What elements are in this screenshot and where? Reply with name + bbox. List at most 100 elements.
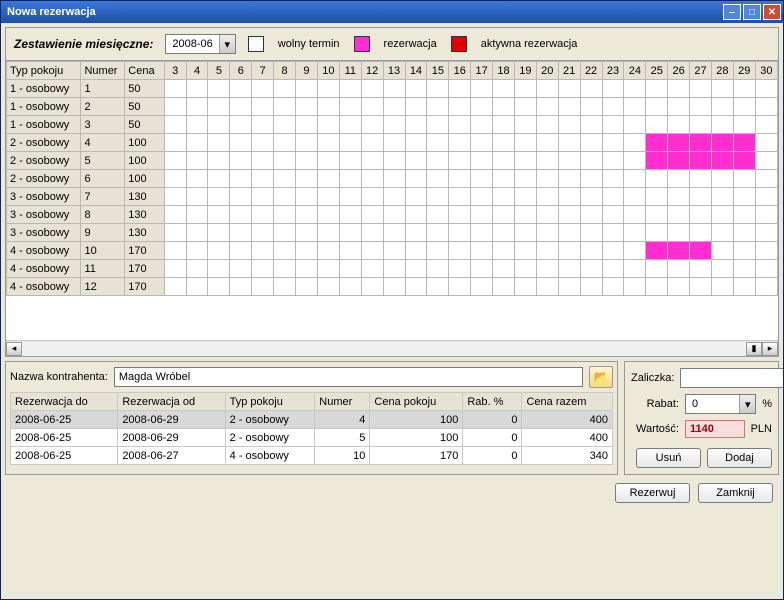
day-cell[interactable] [690, 224, 712, 242]
day-cell[interactable] [164, 116, 186, 134]
day-cell[interactable] [755, 260, 777, 278]
day-cell[interactable] [624, 278, 646, 296]
day-cell[interactable] [339, 98, 361, 116]
day-cell[interactable] [230, 260, 252, 278]
day-cell[interactable] [646, 152, 668, 170]
day-cell[interactable] [230, 80, 252, 98]
day-cell[interactable] [493, 170, 515, 188]
day-cell[interactable] [602, 206, 624, 224]
day-cell[interactable] [690, 206, 712, 224]
day-cell[interactable] [449, 188, 471, 206]
room-row[interactable]: 4 - osobowy12170 [7, 278, 778, 296]
day-cell[interactable] [186, 134, 208, 152]
day-cell[interactable] [427, 116, 449, 134]
day-cell[interactable] [624, 98, 646, 116]
day-cell[interactable] [405, 116, 427, 134]
room-row[interactable]: 3 - osobowy7130 [7, 188, 778, 206]
day-cell[interactable] [383, 278, 405, 296]
day-cell[interactable] [296, 188, 318, 206]
day-cell[interactable] [339, 260, 361, 278]
day-cell[interactable] [668, 116, 690, 134]
day-cell[interactable] [274, 260, 296, 278]
day-cell[interactable] [186, 260, 208, 278]
day-cell[interactable] [449, 116, 471, 134]
day-cell[interactable] [624, 116, 646, 134]
day-cell[interactable] [296, 224, 318, 242]
day-cell[interactable] [690, 188, 712, 206]
room-row[interactable]: 1 - osobowy250 [7, 98, 778, 116]
day-cell[interactable] [208, 278, 230, 296]
day-cell[interactable] [208, 260, 230, 278]
day-cell[interactable] [514, 98, 536, 116]
day-cell[interactable] [668, 188, 690, 206]
day-cell[interactable] [427, 242, 449, 260]
day-cell[interactable] [208, 98, 230, 116]
day-cell[interactable] [624, 242, 646, 260]
day-cell[interactable] [514, 170, 536, 188]
day-cell[interactable] [493, 188, 515, 206]
day-cell[interactable] [317, 80, 339, 98]
day-cell[interactable] [602, 278, 624, 296]
day-cell[interactable] [624, 170, 646, 188]
day-cell[interactable] [646, 188, 668, 206]
day-cell[interactable] [383, 188, 405, 206]
discount-select[interactable]: 0 ▾ [685, 394, 756, 414]
day-cell[interactable] [164, 260, 186, 278]
day-cell[interactable] [558, 170, 580, 188]
day-cell[interactable] [449, 152, 471, 170]
day-cell[interactable] [646, 134, 668, 152]
day-cell[interactable] [471, 152, 493, 170]
day-cell[interactable] [471, 116, 493, 134]
delete-button[interactable]: Usuń [636, 448, 701, 468]
day-cell[interactable] [208, 152, 230, 170]
day-cell[interactable] [733, 170, 755, 188]
day-cell[interactable] [646, 80, 668, 98]
day-cell[interactable] [296, 98, 318, 116]
day-cell[interactable] [690, 278, 712, 296]
day-cell[interactable] [558, 188, 580, 206]
day-cell[interactable] [514, 134, 536, 152]
day-cell[interactable] [449, 206, 471, 224]
day-cell[interactable] [493, 152, 515, 170]
day-cell[interactable] [558, 98, 580, 116]
day-cell[interactable] [230, 116, 252, 134]
day-cell[interactable] [405, 278, 427, 296]
day-cell[interactable] [471, 80, 493, 98]
detail-row[interactable]: 2008-06-252008-06-292 - osobowy51000400 [11, 429, 613, 447]
day-cell[interactable] [471, 98, 493, 116]
day-cell[interactable] [208, 224, 230, 242]
room-row[interactable]: 2 - osobowy4100 [7, 134, 778, 152]
day-cell[interactable] [536, 260, 558, 278]
reserve-button[interactable]: Rezerwuj [615, 483, 690, 503]
day-cell[interactable] [471, 170, 493, 188]
day-cell[interactable] [383, 98, 405, 116]
day-cell[interactable] [493, 260, 515, 278]
day-cell[interactable] [317, 260, 339, 278]
day-cell[interactable] [711, 260, 733, 278]
room-row[interactable]: 4 - osobowy10170 [7, 242, 778, 260]
detail-row[interactable]: 2008-06-252008-06-292 - osobowy41000400 [11, 411, 613, 429]
day-cell[interactable] [164, 242, 186, 260]
day-cell[interactable] [668, 80, 690, 98]
day-cell[interactable] [733, 260, 755, 278]
day-cell[interactable] [558, 80, 580, 98]
day-cell[interactable] [296, 260, 318, 278]
day-cell[interactable] [230, 242, 252, 260]
day-cell[interactable] [230, 224, 252, 242]
day-cell[interactable] [427, 278, 449, 296]
day-cell[interactable] [493, 116, 515, 134]
day-cell[interactable] [493, 80, 515, 98]
details-grid[interactable]: Rezerwacja doRezerwacja odTyp pokojuNume… [10, 392, 613, 465]
day-cell[interactable] [624, 224, 646, 242]
day-cell[interactable] [252, 80, 274, 98]
day-cell[interactable] [427, 170, 449, 188]
day-cell[interactable] [646, 116, 668, 134]
room-row[interactable]: 3 - osobowy9130 [7, 224, 778, 242]
day-cell[interactable] [186, 224, 208, 242]
day-cell[interactable] [164, 98, 186, 116]
room-row[interactable]: 4 - osobowy11170 [7, 260, 778, 278]
day-cell[interactable] [252, 278, 274, 296]
day-cell[interactable] [208, 134, 230, 152]
day-cell[interactable] [383, 260, 405, 278]
day-cell[interactable] [339, 170, 361, 188]
